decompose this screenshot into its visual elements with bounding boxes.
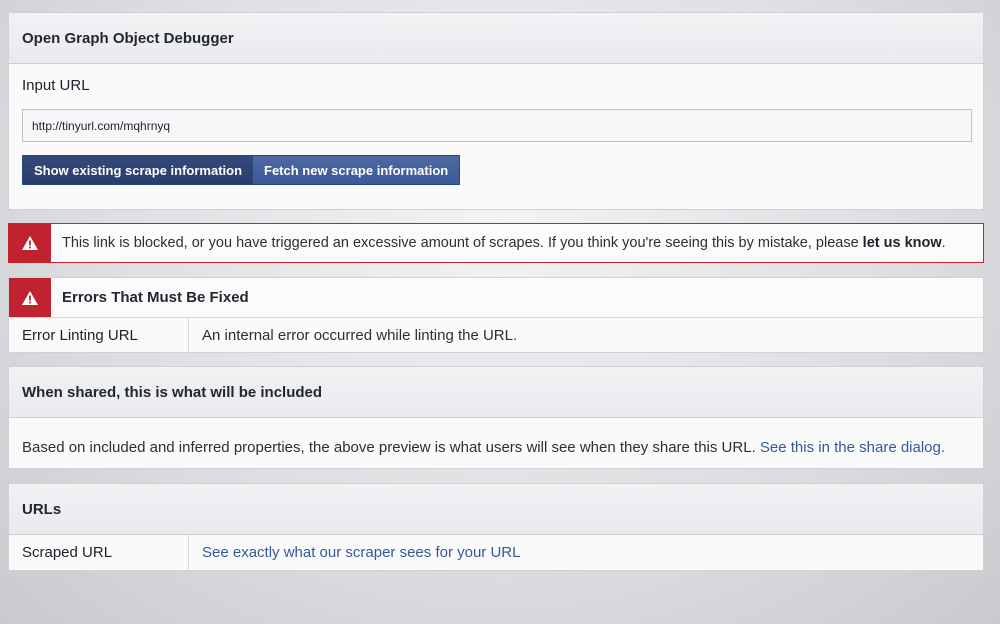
error-linting-label: Error Linting URL: [9, 318, 189, 353]
scraper-link[interactable]: See exactly what our scraper sees for yo…: [202, 544, 520, 561]
errors-panel: Errors That Must Be Fixed Error Linting …: [8, 277, 984, 353]
shared-panel: When shared, this is what will be includ…: [8, 366, 984, 469]
table-row: Scraped URL See exactly what our scraper…: [9, 535, 983, 570]
warning-icon: [9, 224, 51, 262]
shared-text: Based on included and inferred propertie…: [22, 439, 760, 456]
alert-suffix: .: [941, 235, 946, 251]
alert-text: This link is blocked, or you have trigge…: [62, 235, 863, 251]
shared-title: When shared, this is what will be includ…: [9, 367, 983, 418]
urls-title: URLs: [9, 484, 983, 535]
input-url-field[interactable]: [22, 109, 972, 142]
warning-icon: [9, 278, 51, 317]
debugger-title: Open Graph Object Debugger: [9, 13, 983, 64]
alert-message: This link is blocked, or you have trigge…: [51, 235, 946, 251]
errors-header: Errors That Must Be Fixed: [9, 278, 983, 318]
scraped-url-value: See exactly what our scraper sees for yo…: [189, 544, 520, 561]
table-row: Error Linting URL An internal error occu…: [9, 318, 983, 353]
input-url-label: Input URL: [22, 77, 90, 94]
error-linting-value: An internal error occurred while linting…: [202, 327, 518, 344]
blocked-alert: This link is blocked, or you have trigge…: [8, 223, 984, 263]
scraped-url-label: Scraped URL: [9, 535, 189, 570]
share-dialog-link[interactable]: See this in the share dialog.: [760, 439, 945, 456]
errors-title: Errors That Must Be Fixed: [62, 289, 249, 306]
let-us-know-link[interactable]: let us know: [863, 235, 942, 251]
debugger-panel: Open Graph Object Debugger Input URL Sho…: [8, 12, 984, 210]
urls-panel: URLs Scraped URL See exactly what our sc…: [8, 483, 984, 571]
show-existing-scrape-button[interactable]: Show existing scrape information: [22, 155, 255, 185]
shared-body: Based on included and inferred propertie…: [9, 418, 983, 456]
fetch-new-scrape-button[interactable]: Fetch new scrape information: [252, 155, 461, 185]
